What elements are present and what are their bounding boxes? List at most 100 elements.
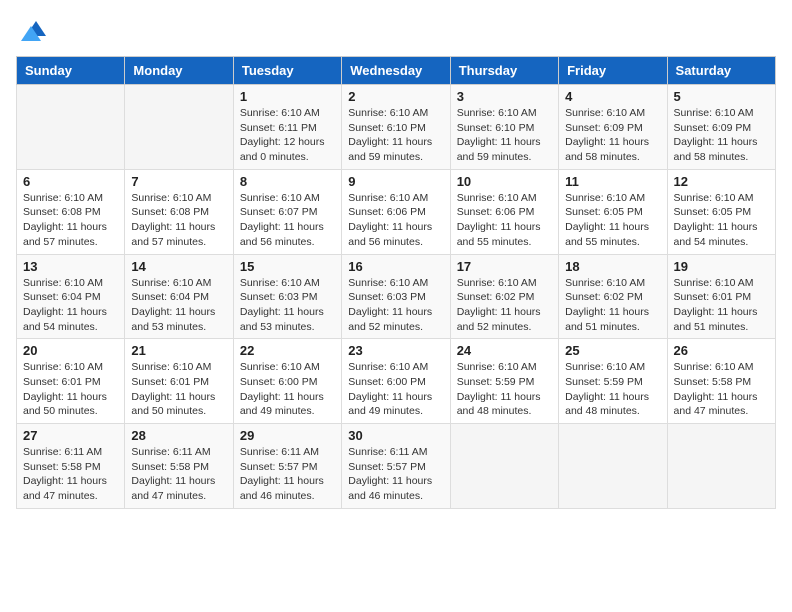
calendar-cell bbox=[559, 424, 667, 509]
day-info: Sunrise: 6:10 AMSunset: 6:11 PMDaylight:… bbox=[240, 106, 335, 165]
day-info: Sunrise: 6:10 AMSunset: 6:01 PMDaylight:… bbox=[131, 360, 226, 419]
day-header-friday: Friday bbox=[559, 57, 667, 85]
day-header-sunday: Sunday bbox=[17, 57, 125, 85]
calendar-cell: 11 Sunrise: 6:10 AMSunset: 6:05 PMDayligh… bbox=[559, 169, 667, 254]
day-info: Sunrise: 6:10 AMSunset: 5:59 PMDaylight:… bbox=[565, 360, 660, 419]
calendar-cell: 2Sunrise: 6:10 AMSunset: 6:10 PMDaylight… bbox=[342, 85, 450, 170]
day-number: 25 bbox=[565, 343, 660, 358]
day-number: 4 bbox=[565, 89, 660, 104]
calendar-cell bbox=[667, 424, 775, 509]
calendar-cell: 12 Sunrise: 6:10 AMSunset: 6:05 PMDayligh… bbox=[667, 169, 775, 254]
day-number: 28 bbox=[131, 428, 226, 443]
day-header-thursday: Thursday bbox=[450, 57, 558, 85]
day-number: 26 bbox=[674, 343, 769, 358]
calendar-cell: 1 Sunrise: 6:10 AMSunset: 6:11 PMDaylight… bbox=[233, 85, 341, 170]
day-info: Sunrise: 6:10 AMSunset: 5:59 PMDaylight:… bbox=[457, 360, 552, 419]
calendar-cell bbox=[125, 85, 233, 170]
day-number: 11 bbox=[565, 174, 660, 189]
day-info: Sunrise: 6:11 AMSunset: 5:57 PMDaylight:… bbox=[240, 445, 335, 504]
calendar-cell: 27 Sunrise: 6:11 AMSunset: 5:58 PMDayligh… bbox=[17, 424, 125, 509]
day-info: Sunrise: 6:11 AMSunset: 5:57 PMDaylight:… bbox=[348, 445, 443, 504]
day-number: 27 bbox=[23, 428, 118, 443]
day-number: 12 bbox=[674, 174, 769, 189]
day-info: Sunrise: 6:10 AMSunset: 6:03 PMDaylight:… bbox=[240, 276, 335, 335]
day-number: 10 bbox=[457, 174, 552, 189]
day-number: 8 bbox=[240, 174, 335, 189]
day-number: 14 bbox=[131, 259, 226, 274]
day-number: 24 bbox=[457, 343, 552, 358]
calendar-cell: 26Sunrise: 6:10 AMSunset: 5:58 PMDayligh… bbox=[667, 339, 775, 424]
calendar-cell: 10Sunrise: 6:10 AMSunset: 6:06 PMDayligh… bbox=[450, 169, 558, 254]
calendar-cell: 17 Sunrise: 6:10 AMSunset: 6:02 PMDayligh… bbox=[450, 254, 558, 339]
day-info: Sunrise: 6:10 AMSunset: 6:08 PMDaylight:… bbox=[131, 191, 226, 250]
calendar-table: SundayMondayTuesdayWednesdayThursdayFrid… bbox=[16, 56, 776, 509]
day-info: Sunrise: 6:10 AMSunset: 6:09 PMDaylight:… bbox=[674, 106, 769, 165]
calendar-cell: 9Sunrise: 6:10 AMSunset: 6:06 PMDaylight… bbox=[342, 169, 450, 254]
day-info: Sunrise: 6:10 AMSunset: 6:05 PMDaylight:… bbox=[674, 191, 769, 250]
day-number: 22 bbox=[240, 343, 335, 358]
day-info: Sunrise: 6:10 AMSunset: 6:09 PMDaylight:… bbox=[565, 106, 660, 165]
calendar-week-row: 6 Sunrise: 6:10 AMSunset: 6:08 PMDaylight… bbox=[17, 169, 776, 254]
day-info: Sunrise: 6:10 AMSunset: 6:00 PMDaylight:… bbox=[240, 360, 335, 419]
calendar-cell: 29 Sunrise: 6:11 AMSunset: 5:57 PMDayligh… bbox=[233, 424, 341, 509]
day-info: Sunrise: 6:11 AMSunset: 5:58 PMDaylight:… bbox=[131, 445, 226, 504]
day-info: Sunrise: 6:10 AMSunset: 6:04 PMDaylight:… bbox=[23, 276, 118, 335]
day-number: 16 bbox=[348, 259, 443, 274]
day-number: 13 bbox=[23, 259, 118, 274]
calendar-cell: 13 Sunrise: 6:10 AMSunset: 6:04 PMDayligh… bbox=[17, 254, 125, 339]
day-number: 9 bbox=[348, 174, 443, 189]
day-info: Sunrise: 6:10 AMSunset: 6:04 PMDaylight:… bbox=[131, 276, 226, 335]
calendar-cell: 22 Sunrise: 6:10 AMSunset: 6:00 PMDayligh… bbox=[233, 339, 341, 424]
day-info: Sunrise: 6:10 AMSunset: 6:03 PMDaylight:… bbox=[348, 276, 443, 335]
day-info: Sunrise: 6:10 AMSunset: 6:01 PMDaylight:… bbox=[674, 276, 769, 335]
day-number: 19 bbox=[674, 259, 769, 274]
calendar-cell: 19 Sunrise: 6:10 AMSunset: 6:01 PMDayligh… bbox=[667, 254, 775, 339]
day-number: 1 bbox=[240, 89, 335, 104]
day-info: Sunrise: 6:10 AMSunset: 6:01 PMDaylight:… bbox=[23, 360, 118, 419]
day-number: 6 bbox=[23, 174, 118, 189]
calendar-cell: 20 Sunrise: 6:10 AMSunset: 6:01 PMDayligh… bbox=[17, 339, 125, 424]
calendar-cell bbox=[450, 424, 558, 509]
day-number: 23 bbox=[348, 343, 443, 358]
calendar-cell: 18 Sunrise: 6:10 AMSunset: 6:02 PMDayligh… bbox=[559, 254, 667, 339]
calendar-week-row: 20 Sunrise: 6:10 AMSunset: 6:01 PMDayligh… bbox=[17, 339, 776, 424]
day-number: 20 bbox=[23, 343, 118, 358]
calendar-cell: 7 Sunrise: 6:10 AMSunset: 6:08 PMDaylight… bbox=[125, 169, 233, 254]
day-info: Sunrise: 6:10 AMSunset: 6:08 PMDaylight:… bbox=[23, 191, 118, 250]
day-number: 18 bbox=[565, 259, 660, 274]
day-number: 7 bbox=[131, 174, 226, 189]
calendar-cell: 6 Sunrise: 6:10 AMSunset: 6:08 PMDaylight… bbox=[17, 169, 125, 254]
day-info: Sunrise: 6:10 AMSunset: 6:02 PMDaylight:… bbox=[457, 276, 552, 335]
day-number: 21 bbox=[131, 343, 226, 358]
day-number: 15 bbox=[240, 259, 335, 274]
calendar-week-row: 13 Sunrise: 6:10 AMSunset: 6:04 PMDayligh… bbox=[17, 254, 776, 339]
calendar-week-row: 27 Sunrise: 6:11 AMSunset: 5:58 PMDayligh… bbox=[17, 424, 776, 509]
calendar-cell: 15 Sunrise: 6:10 AMSunset: 6:03 PMDayligh… bbox=[233, 254, 341, 339]
calendar-cell: 24 Sunrise: 6:10 AMSunset: 5:59 PMDayligh… bbox=[450, 339, 558, 424]
day-info: Sunrise: 6:10 AMSunset: 6:02 PMDaylight:… bbox=[565, 276, 660, 335]
calendar-cell: 21 Sunrise: 6:10 AMSunset: 6:01 PMDayligh… bbox=[125, 339, 233, 424]
day-header-saturday: Saturday bbox=[667, 57, 775, 85]
day-info: Sunrise: 6:11 AMSunset: 5:58 PMDaylight:… bbox=[23, 445, 118, 504]
calendar-cell: 23Sunrise: 6:10 AMSunset: 6:00 PMDayligh… bbox=[342, 339, 450, 424]
calendar-header-row: SundayMondayTuesdayWednesdayThursdayFrid… bbox=[17, 57, 776, 85]
calendar-cell: 28 Sunrise: 6:11 AMSunset: 5:58 PMDayligh… bbox=[125, 424, 233, 509]
page-header bbox=[16, 16, 776, 46]
calendar-cell bbox=[17, 85, 125, 170]
day-header-tuesday: Tuesday bbox=[233, 57, 341, 85]
day-info: Sunrise: 6:10 AMSunset: 6:05 PMDaylight:… bbox=[565, 191, 660, 250]
day-info: Sunrise: 6:10 AMSunset: 6:07 PMDaylight:… bbox=[240, 191, 335, 250]
day-header-wednesday: Wednesday bbox=[342, 57, 450, 85]
day-number: 29 bbox=[240, 428, 335, 443]
calendar-cell: 25 Sunrise: 6:10 AMSunset: 5:59 PMDayligh… bbox=[559, 339, 667, 424]
day-number: 17 bbox=[457, 259, 552, 274]
calendar-cell: 30 Sunrise: 6:11 AMSunset: 5:57 PMDayligh… bbox=[342, 424, 450, 509]
calendar-cell: 14 Sunrise: 6:10 AMSunset: 6:04 PMDayligh… bbox=[125, 254, 233, 339]
day-number: 30 bbox=[348, 428, 443, 443]
calendar-cell: 8 Sunrise: 6:10 AMSunset: 6:07 PMDaylight… bbox=[233, 169, 341, 254]
day-number: 2 bbox=[348, 89, 443, 104]
day-number: 5 bbox=[674, 89, 769, 104]
calendar-cell: 16 Sunrise: 6:10 AMSunset: 6:03 PMDayligh… bbox=[342, 254, 450, 339]
day-header-monday: Monday bbox=[125, 57, 233, 85]
logo-icon bbox=[16, 16, 46, 46]
